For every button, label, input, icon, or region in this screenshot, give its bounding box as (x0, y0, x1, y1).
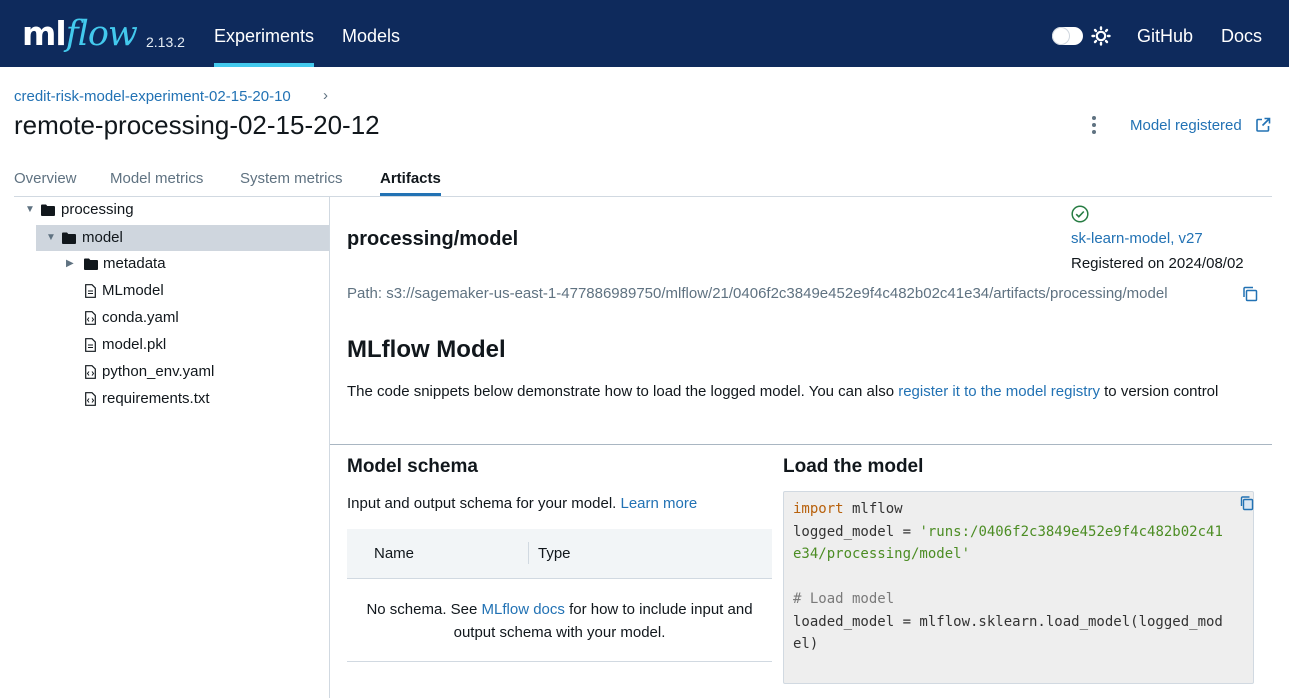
tree-item-label: metadata (103, 255, 166, 272)
tab-overview[interactable]: Overview (14, 170, 77, 187)
artifact-path: Path: s3://sagemaker-us-east-1-477886989… (347, 285, 1168, 302)
column-header-type: Type (538, 545, 571, 562)
external-link-icon[interactable] (1255, 117, 1271, 133)
register-model-link[interactable]: register it to the model registry (898, 383, 1100, 400)
tab-artifacts[interactable]: Artifacts (380, 170, 441, 196)
tree-item-label: processing (61, 201, 134, 218)
artifact-tree: ▼ processing ▼ model ▶ metadata MLmodel … (0, 197, 330, 698)
schema-empty-message: No schema. See MLflow docs for how to in… (347, 598, 772, 644)
folder-icon (62, 232, 76, 244)
code-file-icon (85, 392, 96, 406)
load-model-heading: Load the model (783, 456, 924, 477)
page-title: remote-processing-02-15-20-12 (14, 110, 380, 140)
tree-item-label: python_env.yaml (102, 363, 215, 380)
tree-item-model-pkl[interactable]: model.pkl (0, 332, 330, 358)
version-label: 2.13.2 (146, 34, 185, 50)
learn-more-link[interactable]: Learn more (621, 495, 698, 512)
section-divider (330, 444, 1272, 445)
tree-item-model[interactable]: ▼ model (36, 225, 329, 251)
mlflow-model-heading: MLflow Model (347, 336, 506, 363)
logo-ml-text: ml (22, 14, 67, 53)
tree-item-label: model (82, 229, 123, 246)
folder-icon (41, 204, 55, 216)
mlflow-docs-link[interactable]: MLflow docs (482, 601, 565, 618)
caret-down-icon[interactable]: ▼ (46, 225, 56, 251)
code-text-segment: mlflow (843, 501, 903, 517)
code-string: e34/processing/model' (793, 546, 971, 562)
tree-item-requirements-txt[interactable]: requirements.txt (0, 386, 330, 412)
tree-item-conda-yaml[interactable]: conda.yaml (0, 305, 330, 331)
code-text-segment: logged_model = (793, 523, 920, 540)
tree-item-label: MLmodel (102, 282, 164, 299)
mlflow-logo[interactable]: ml flow (22, 12, 138, 56)
model-registered-link[interactable]: Model registered (1130, 117, 1242, 134)
tree-item-processing[interactable]: ▼ processing (0, 197, 330, 223)
nav-github[interactable]: GitHub (1137, 0, 1193, 67)
schema-table-header: Name Type (347, 529, 772, 579)
nav-experiments[interactable]: Experiments (214, 0, 315, 67)
nav-docs[interactable]: Docs (1221, 0, 1262, 67)
more-options-icon[interactable] (1086, 116, 1102, 136)
schema-empty-text: No schema. See (366, 601, 482, 618)
breadcrumb-experiment-link[interactable]: credit-risk-model-experiment-02-15-20-10 (14, 88, 291, 105)
tree-item-python-env-yaml[interactable]: python_env.yaml (0, 359, 330, 385)
sun-icon[interactable] (1091, 26, 1111, 46)
code-text-segment: el) (793, 636, 819, 652)
column-separator (528, 542, 529, 564)
artifact-path-title: processing/model (347, 228, 519, 250)
code-comment: # Load model (793, 591, 895, 607)
mlflow-model-description: The code snippets below demonstrate how … (347, 380, 1262, 404)
copy-code-icon[interactable] (1240, 496, 1254, 511)
description-text: The code snippets below demonstrate how … (347, 383, 899, 400)
code-string: 'runs:/0406f2c3849e452e9f4c482b02c41 (919, 523, 1223, 540)
tree-item-mlmodel[interactable]: MLmodel (0, 278, 330, 304)
folder-icon (84, 258, 98, 270)
column-header-name: Name (374, 545, 415, 562)
registered-date: Registered on 2024/08/02 (1071, 255, 1244, 272)
top-nav-bar: ml flow 2.13.2 Experiments Models GitHub … (0, 0, 1289, 67)
code-text-segment: loaded_model = mlflow.sklearn.load_model… (793, 613, 1223, 630)
tree-item-metadata[interactable]: ▶ metadata (0, 251, 330, 277)
registered-model-link[interactable]: sk-learn-model, v27 (1071, 230, 1203, 247)
theme-toggle[interactable] (1052, 27, 1083, 45)
check-circle-icon (1071, 205, 1089, 223)
tree-item-label: model.pkl (102, 336, 167, 353)
schema-description: Input and output schema for your model. … (347, 495, 697, 512)
caret-right-icon[interactable]: ▶ (66, 251, 74, 277)
code-keyword: import (793, 501, 844, 517)
code-file-icon (85, 365, 96, 379)
code-file-icon (85, 311, 96, 325)
schema-description-text: Input and output schema for your model. (347, 495, 621, 512)
tab-model-metrics[interactable]: Model metrics (110, 170, 203, 187)
tree-item-label: conda.yaml (102, 309, 179, 326)
schema-table-border (347, 661, 772, 662)
tree-item-label: requirements.txt (102, 390, 210, 407)
nav-models[interactable]: Models (342, 0, 400, 67)
run-tabs: Overview Model metrics System metrics Ar… (14, 170, 1272, 197)
description-text-end: to version control (1099, 383, 1219, 400)
tab-system-metrics[interactable]: System metrics (240, 170, 343, 187)
breadcrumb-chevron-icon: › (323, 87, 328, 104)
file-icon (85, 338, 96, 352)
model-schema-heading: Model schema (347, 456, 478, 477)
file-icon (85, 284, 96, 298)
toggle-knob (1053, 28, 1069, 44)
caret-down-icon[interactable]: ▼ (25, 197, 35, 223)
logo-flow-text: flow (65, 14, 138, 54)
code-text: import mlflow logged_model = 'runs:/0406… (793, 498, 1223, 656)
copy-icon[interactable] (1242, 286, 1258, 302)
